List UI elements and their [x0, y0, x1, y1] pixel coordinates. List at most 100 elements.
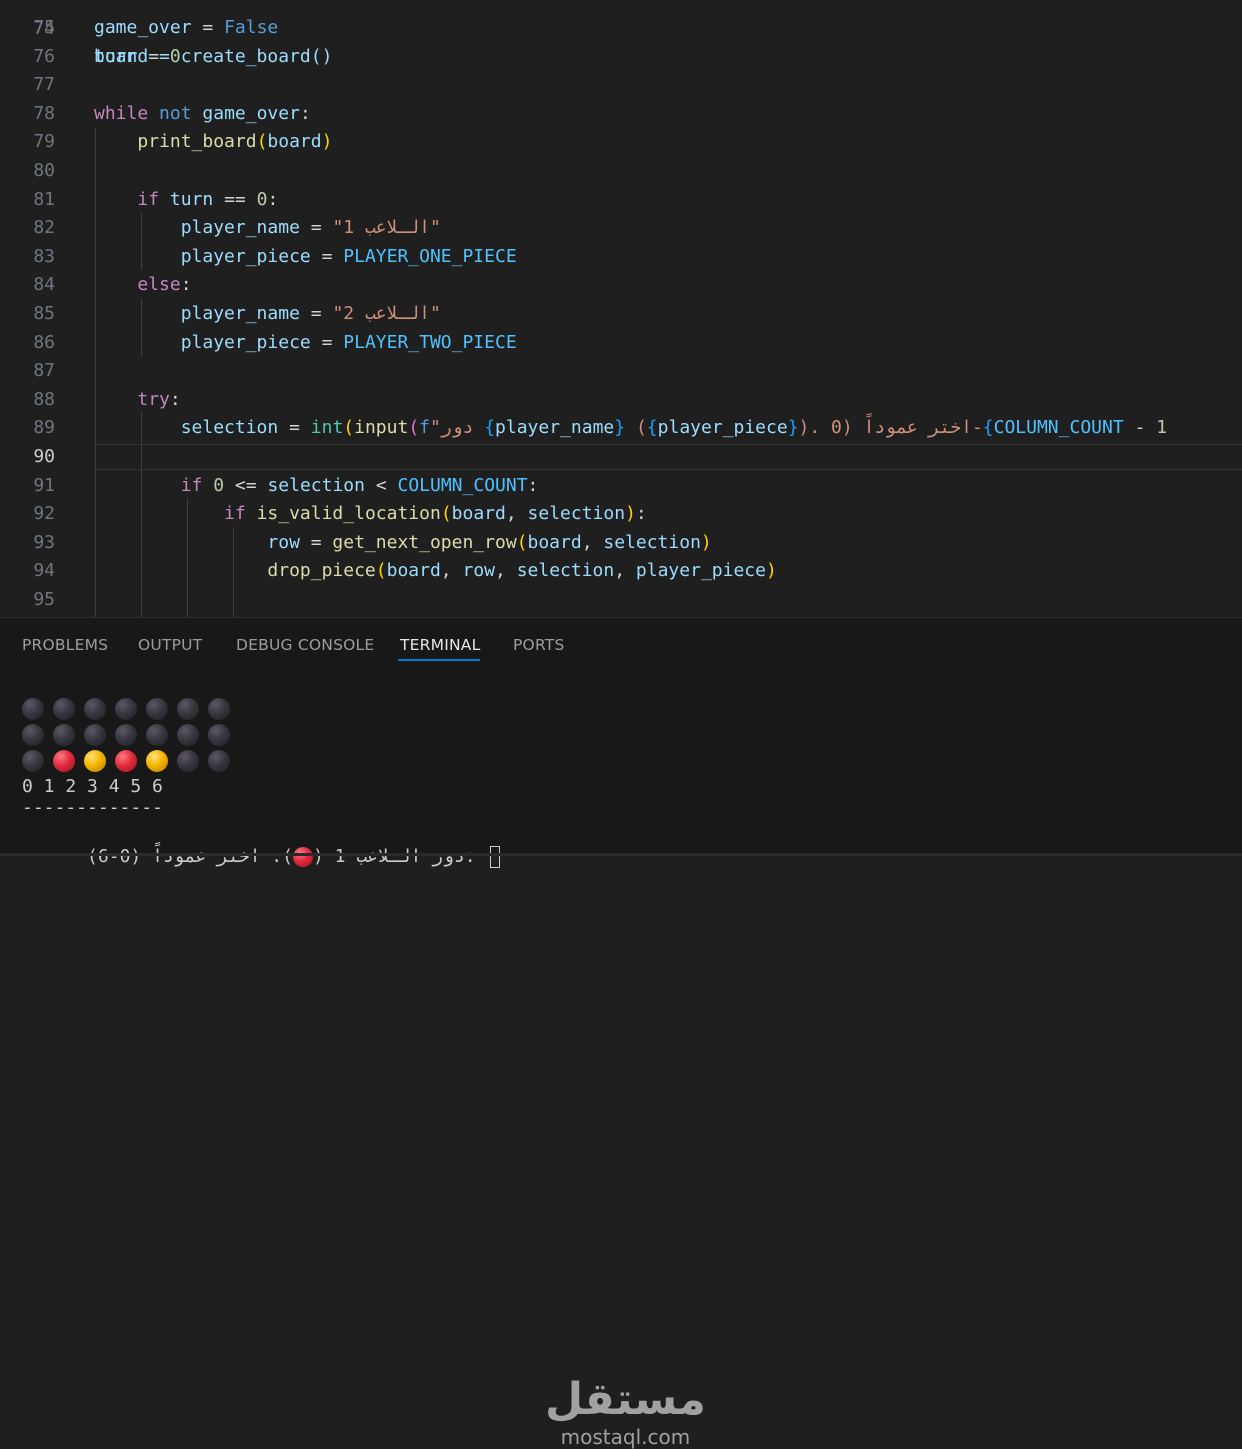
empty-disc-icon: [208, 698, 230, 720]
token: ,: [505, 503, 528, 525]
tab-output[interactable]: OUTPUT: [138, 636, 202, 654]
token: player_name: [180, 217, 300, 239]
token: selection: [603, 531, 701, 553]
line-code: player_piece = PLAYER_TWO_PIECE: [94, 329, 517, 358]
line-number: 78: [33, 102, 55, 124]
token: if: [224, 503, 246, 525]
board-row: [22, 748, 500, 774]
tab-ports[interactable]: PORTS: [513, 636, 565, 654]
line-code: selection = int(input(f"دور {player_name…: [94, 414, 1167, 443]
token: :: [527, 474, 539, 496]
token: =: [310, 245, 344, 267]
red-disc-icon: [53, 750, 75, 772]
watermark-arabic: مستقل: [545, 1374, 706, 1425]
line-number: 85: [33, 303, 55, 324]
panel-tabs: PROBLEMS OUTPUT DEBUG CONSOLE TERMINAL P…: [0, 618, 1242, 663]
token: input: [354, 417, 409, 439]
watermark: مستقل mostaql.com: [545, 1374, 706, 1449]
indent-guide: [141, 213, 142, 270]
code-line: 90: [0, 443, 1242, 472]
line-number: 88: [33, 388, 55, 410]
token: (: [375, 560, 387, 582]
code-line: 77: [0, 71, 1242, 100]
empty-disc-icon: [146, 724, 168, 746]
token: row: [267, 531, 300, 553]
code-line: 79 print_board(board): [0, 128, 1242, 157]
code-line: 76 turn = 0: [0, 43, 1242, 72]
token: row: [462, 560, 495, 582]
tab-debug-console[interactable]: DEBUG CONSOLE: [236, 636, 374, 654]
column-numbers: 0 1 2 3 4 5 6: [22, 776, 163, 797]
token: 0: [169, 45, 181, 67]
line-code: if is_valid_location(board, selection):: [94, 500, 647, 529]
line-code: player_name = "الـلاعب 2": [94, 300, 441, 329]
indent-guide: [141, 412, 142, 617]
token: PLAYER_ONE_PIECE: [343, 245, 517, 267]
empty-disc-icon: [208, 724, 230, 746]
line-code: while not game_over:: [94, 100, 311, 129]
line-code: player_name = "الـلاعب 1": [94, 214, 441, 243]
token: turn: [169, 188, 214, 210]
line-number: 83: [33, 245, 55, 267]
token: =: [278, 417, 311, 439]
empty-disc-icon: [208, 750, 230, 772]
active-tab-indicator: [398, 659, 480, 661]
line-number: 75: [33, 17, 55, 38]
empty-disc-icon: [115, 724, 137, 746]
token: if: [137, 188, 160, 210]
token: ): [625, 503, 636, 525]
token: <=: [224, 474, 268, 496]
terminal-cursor[interactable]: [490, 846, 501, 868]
token: (: [343, 417, 355, 439]
token: }: [614, 417, 626, 439]
token: player_name: [495, 417, 615, 439]
token: board: [451, 503, 506, 525]
line-number: 90: [33, 446, 55, 467]
terminal-output[interactable]: 0 1 2 3 4 5 6 ------------- دور الـلاعب …: [22, 696, 501, 868]
empty-disc-icon: [115, 698, 137, 720]
tab-terminal[interactable]: TERMINAL: [400, 636, 480, 654]
board-row: [22, 696, 500, 722]
token: False: [224, 17, 279, 38]
empty-disc-icon: [177, 698, 199, 720]
line-code: turn = 0: [94, 43, 181, 72]
token: "الـلاعب 1": [332, 217, 441, 239]
empty-disc-icon: [53, 698, 75, 720]
token: (: [440, 503, 452, 525]
line-number: 95: [33, 589, 55, 610]
token: PLAYER_TWO_PIECE: [343, 331, 517, 353]
token: player_piece: [657, 417, 788, 439]
tab-problems[interactable]: PROBLEMS: [22, 636, 108, 654]
token: =: [191, 17, 225, 38]
empty-disc-icon: [177, 750, 199, 772]
token: ): [765, 560, 777, 582]
line-code: drop_piece(board, row, selection, player…: [94, 557, 777, 586]
bottom-panel: PROBLEMS OUTPUT DEBUG CONSOLE TERMINAL P…: [0, 617, 1242, 1448]
code-line: 81 if turn == 0:: [0, 186, 1242, 215]
token: try: [137, 388, 170, 410]
code-line: 84 else:: [0, 271, 1242, 300]
indent-guide: [233, 527, 234, 617]
code-line: 82 player_name = "الـلاعب 1": [0, 214, 1242, 243]
empty-disc-icon: [22, 750, 44, 772]
token: {: [484, 417, 496, 439]
token: {: [646, 417, 658, 439]
token: selection: [527, 503, 626, 525]
token: board: [527, 531, 582, 553]
token: "الـلاعب 2": [332, 303, 441, 324]
code-editor[interactable]: 74 board = create_board() 75 game_over = …: [0, 0, 1242, 617]
token: (: [625, 417, 647, 439]
empty-disc-icon: [53, 724, 75, 746]
token: board: [386, 560, 441, 582]
watermark-latin: mostaql.com: [560, 1425, 691, 1449]
line-code: print_board(board): [94, 128, 332, 157]
